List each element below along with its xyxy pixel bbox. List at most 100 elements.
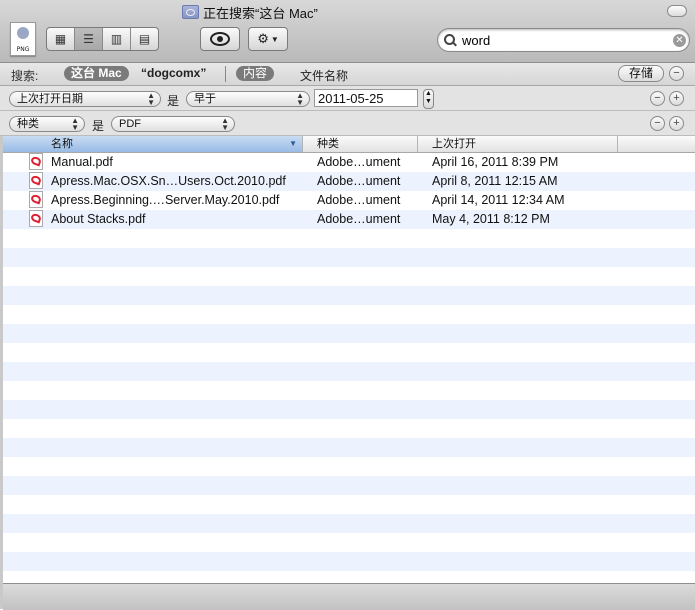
- attribute-popup-kind[interactable]: 种类 ▲ ▼: [9, 116, 85, 132]
- kind-value-label: PDF: [119, 118, 141, 130]
- file-row[interactable]: Apress.Mac.OSX.Sn…Users.Oct.2010.pdf Ado…: [3, 172, 695, 191]
- file-row[interactable]: About Stacks.pdf Adobe…ument May 4, 2011…: [3, 210, 695, 229]
- sort-descending-icon: ▼: [289, 139, 297, 148]
- toolbar: 正在搜索“这台 Mac” PNG ▦ ☰ ▥ ▤ ⚙▼ ✕: [0, 0, 695, 63]
- empty-row: [3, 362, 695, 381]
- scope-this-mac-button[interactable]: 这台 Mac: [64, 66, 129, 81]
- column-header-label: 种类: [317, 138, 339, 150]
- column-header-bar: 名称 ▼ 种类 上次打开: [3, 136, 695, 153]
- icon-view-button[interactable]: ▦: [47, 28, 75, 50]
- empty-row: [3, 533, 695, 552]
- date-stepper[interactable]: ▲ ▼: [423, 89, 434, 109]
- empty-row: [3, 476, 695, 495]
- file-kind: Adobe…ument: [317, 155, 401, 169]
- empty-row: [3, 514, 695, 533]
- scope-user-folder-button[interactable]: “dogcomx”: [134, 66, 213, 81]
- empty-row: [3, 248, 695, 267]
- empty-row: [3, 438, 695, 457]
- pdf-file-icon: [29, 210, 43, 227]
- empty-row: [3, 400, 695, 419]
- empty-row: [3, 324, 695, 343]
- search-icon: [444, 34, 456, 46]
- date-field[interactable]: 2011-05-25: [314, 89, 418, 107]
- empty-row: [3, 229, 695, 248]
- chevron-down-icon: ▼: [270, 34, 279, 44]
- kind-value-popup[interactable]: PDF ▲ ▼: [111, 116, 235, 132]
- file-last-opened: May 4, 2011 8:12 PM: [432, 212, 550, 226]
- file-row[interactable]: Apress.Beginning.…Server.May.2010.pdf Ad…: [3, 191, 695, 210]
- toolbar-toggle-button[interactable]: [667, 5, 687, 17]
- scope-filename-button[interactable]: 文件名称: [300, 67, 348, 84]
- attribute-popup-last-opened[interactable]: 上次打开日期 ▲ ▼: [9, 91, 161, 107]
- operator-popup-label: 早于: [194, 93, 216, 105]
- empty-row: [3, 495, 695, 514]
- criteria-row-date: 上次打开日期 ▲ ▼ 是 早于 ▲ ▼ 2011-05-25 ▲ ▼ − +: [0, 86, 695, 111]
- quick-look-button[interactable]: [200, 27, 240, 51]
- empty-row: [3, 267, 695, 286]
- file-kind: Adobe…ument: [317, 174, 401, 188]
- scope-divider: [225, 66, 226, 82]
- criteria-is-label: 是: [167, 94, 180, 108]
- add-criteria-button[interactable]: +: [669, 91, 684, 106]
- status-bar: [3, 583, 695, 610]
- add-criteria-button[interactable]: +: [669, 116, 684, 131]
- column-view-button[interactable]: ▥: [103, 28, 131, 50]
- pdf-file-icon: [29, 191, 43, 208]
- popup-arrows-icon: ▲ ▼: [147, 91, 155, 107]
- column-header-last-opened[interactable]: 上次打开: [418, 136, 618, 152]
- file-row[interactable]: Manual.pdf Adobe…ument April 16, 2011 8:…: [3, 153, 695, 172]
- clear-search-icon[interactable]: ✕: [673, 33, 686, 47]
- search-field: ✕: [437, 28, 690, 52]
- scope-label: 搜索:: [11, 69, 39, 83]
- window-title-text: 正在搜索“这台 Mac”: [203, 5, 318, 21]
- eye-icon: [210, 32, 230, 46]
- remove-criteria-button[interactable]: −: [650, 116, 665, 131]
- empty-row: [3, 552, 695, 571]
- file-icon-label: PNG: [16, 46, 30, 53]
- search-input[interactable]: [460, 31, 669, 49]
- file-last-opened: April 16, 2011 8:39 PM: [432, 155, 559, 169]
- view-mode-segmented-control: ▦ ☰ ▥ ▤: [46, 27, 159, 51]
- file-name: About Stacks.pdf: [51, 212, 146, 226]
- file-kind: Adobe…ument: [317, 193, 401, 207]
- empty-row: [3, 286, 695, 305]
- file-name: Apress.Mac.OSX.Sn…Users.Oct.2010.pdf: [51, 174, 286, 188]
- file-rows: Manual.pdf Adobe…ument April 16, 2011 8:…: [3, 153, 695, 583]
- save-search-button[interactable]: 存储: [618, 65, 664, 82]
- popup-arrows-icon: ▲ ▼: [296, 91, 304, 107]
- pdf-file-icon: [29, 153, 43, 170]
- empty-row: [3, 457, 695, 476]
- attribute-popup-label: 种类: [17, 118, 39, 130]
- attribute-popup-label: 上次打开日期: [17, 93, 83, 105]
- pdf-file-icon: [29, 172, 43, 189]
- gear-icon: ⚙: [257, 31, 269, 46]
- criteria-is-label: 是: [92, 119, 105, 133]
- empty-row: [3, 343, 695, 362]
- file-name: Manual.pdf: [51, 155, 113, 169]
- empty-row: [3, 571, 695, 583]
- operator-popup[interactable]: 早于 ▲ ▼: [186, 91, 310, 107]
- file-name: Apress.Beginning.…Server.May.2010.pdf: [51, 193, 280, 207]
- smart-folder-icon: [182, 5, 199, 19]
- column-header-name[interactable]: 名称 ▼: [3, 136, 303, 152]
- action-menu-button[interactable]: ⚙ ▼: [248, 27, 288, 51]
- scope-content-button[interactable]: 内容: [236, 66, 275, 81]
- file-last-opened: April 14, 2011 12:34 AM: [432, 193, 565, 207]
- column-header-label: 名称: [51, 138, 73, 150]
- column-header-kind[interactable]: 种类: [303, 136, 418, 152]
- coverflow-view-button[interactable]: ▤: [131, 28, 158, 50]
- window-title: 正在搜索“这台 Mac”: [182, 4, 318, 21]
- criteria-row-kind: 种类 ▲ ▼ 是 PDF ▲ ▼ − +: [0, 111, 695, 136]
- empty-row: [3, 419, 695, 438]
- list-view-button[interactable]: ☰: [75, 28, 103, 50]
- image-preview-icon: [17, 27, 29, 39]
- empty-row: [3, 381, 695, 400]
- empty-row: [3, 305, 695, 324]
- popup-arrows-icon: ▲ ▼: [71, 116, 79, 132]
- png-file-icon[interactable]: PNG: [10, 22, 36, 56]
- file-last-opened: April 8, 2011 12:15 AM: [432, 174, 558, 188]
- file-kind: Adobe…ument: [317, 212, 401, 226]
- popup-arrows-icon: ▲ ▼: [221, 116, 229, 132]
- remove-scope-button[interactable]: −: [669, 66, 684, 81]
- remove-criteria-button[interactable]: −: [650, 91, 665, 106]
